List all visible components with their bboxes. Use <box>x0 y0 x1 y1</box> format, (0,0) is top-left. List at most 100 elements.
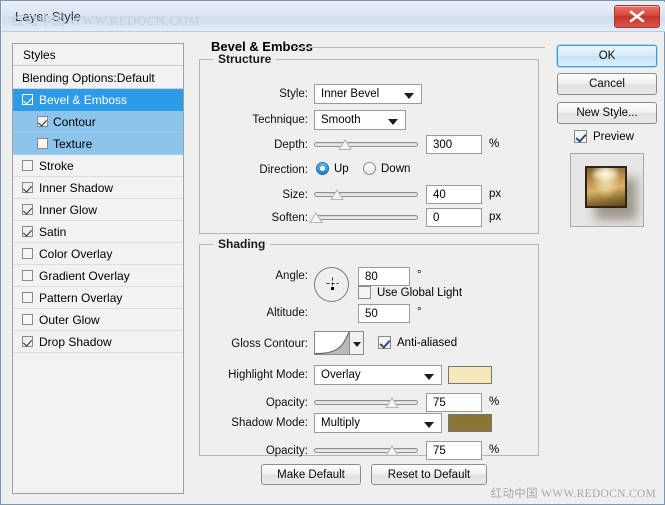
altitude-value: 50 <box>365 308 378 320</box>
style-list-item[interactable]: Inner Shadow <box>13 177 183 199</box>
style-list-item[interactable]: Gradient Overlay <box>13 265 183 287</box>
style-list-item[interactable]: Blending Options:Default <box>13 67 183 89</box>
shadow-opacity-track <box>314 448 418 453</box>
soften-value: 0 <box>433 212 439 224</box>
highlight-opacity-input[interactable]: 75 <box>426 393 482 412</box>
new-style-button[interactable]: New Style... <box>557 102 657 124</box>
size-slider[interactable] <box>314 188 418 200</box>
style-enable-checkbox[interactable] <box>22 182 33 193</box>
gloss-contour-dropdown[interactable] <box>350 331 364 355</box>
size-slider-thumb[interactable] <box>330 189 344 200</box>
style-dropdown-value: Inner Bevel <box>321 88 379 100</box>
angle-input[interactable]: 80 <box>358 267 410 286</box>
style-enable-checkbox[interactable] <box>22 94 33 105</box>
style-list-item[interactable]: Contour <box>13 111 183 133</box>
style-enable-checkbox[interactable] <box>22 226 33 237</box>
chevron-down-icon <box>404 93 414 99</box>
style-list-item[interactable]: Outer Glow <box>13 309 183 331</box>
close-icon <box>629 10 645 23</box>
chevron-down-icon <box>388 119 398 125</box>
soften-slider-thumb[interactable] <box>309 212 323 223</box>
soften-unit: px <box>489 211 501 223</box>
soften-input[interactable]: 0 <box>426 208 482 227</box>
shadow-mode-dropdown[interactable]: Multiply <box>314 413 442 433</box>
title-watermark: 红动中国 WWW.REDOCN.COM <box>12 10 200 29</box>
shadow-opacity-unit: % <box>489 444 499 456</box>
technique-dropdown[interactable]: Smooth <box>314 110 406 130</box>
style-list-item[interactable]: Stroke <box>13 155 183 177</box>
highlight-mode-dropdown[interactable]: Overlay <box>314 365 442 385</box>
angle-dial-center <box>331 287 334 290</box>
style-list-item-label: Inner Glow <box>39 203 97 217</box>
style-enable-checkbox[interactable] <box>22 160 33 171</box>
styles-panel: Styles Blending Options:Default Bevel & E… <box>12 43 184 494</box>
depth-slider-thumb[interactable] <box>338 139 352 150</box>
reset-to-default-button[interactable]: Reset to Default <box>371 464 487 485</box>
style-label: Style: <box>220 88 308 100</box>
style-enable-checkbox[interactable] <box>22 270 33 281</box>
style-list-item[interactable]: Bevel & Emboss <box>13 89 183 111</box>
close-button[interactable] <box>614 5 660 28</box>
angle-value: 80 <box>365 271 378 283</box>
style-enable-checkbox[interactable] <box>22 314 33 325</box>
angle-dial[interactable] <box>314 267 349 302</box>
style-list-item[interactable]: Color Overlay <box>13 243 183 265</box>
preview-shape <box>585 166 627 208</box>
preview-thumbnail <box>570 153 644 227</box>
style-enable-checkbox[interactable] <box>37 116 48 127</box>
size-unit: px <box>489 188 501 200</box>
altitude-unit: ° <box>417 306 422 318</box>
depth-slider[interactable] <box>314 138 418 150</box>
gloss-contour-swatch[interactable] <box>314 331 350 355</box>
style-enable-checkbox[interactable] <box>22 204 33 215</box>
section-title-rule <box>293 47 545 48</box>
style-enable-checkbox[interactable] <box>37 138 48 149</box>
use-global-light-label: Use Global Light <box>377 287 462 299</box>
ok-button[interactable]: OK <box>557 45 657 67</box>
style-list-item[interactable]: Satin <box>13 221 183 243</box>
style-list-item[interactable]: Texture <box>13 133 183 155</box>
shadow-opacity-label: Opacity: <box>222 445 308 457</box>
direction-down-radio[interactable] <box>363 162 376 175</box>
highlight-opacity-thumb[interactable] <box>385 397 399 408</box>
direction-up-radio[interactable] <box>316 162 329 175</box>
depth-unit: % <box>489 138 499 150</box>
style-list-item-label: Inner Shadow <box>39 181 113 195</box>
shadow-opacity-thumb[interactable] <box>385 445 399 456</box>
style-list-item[interactable]: Pattern Overlay <box>13 287 183 309</box>
use-global-light-checkbox[interactable] <box>358 286 371 299</box>
style-list-item-label: Gradient Overlay <box>39 269 130 283</box>
title-bar: Layer Style 红动中国 WWW.REDOCN.COM <box>2 2 665 32</box>
size-input[interactable]: 40 <box>426 185 482 204</box>
soften-slider[interactable] <box>314 211 418 223</box>
shadow-opacity-slider[interactable] <box>314 444 418 456</box>
highlight-color-swatch[interactable] <box>448 366 492 384</box>
shadow-mode-label: Shadow Mode: <box>198 417 308 429</box>
styles-list[interactable]: Blending Options:Default Bevel & Emboss Co… <box>13 67 183 493</box>
style-list-item-label: Color Overlay <box>39 247 112 261</box>
altitude-input[interactable]: 50 <box>358 304 410 323</box>
style-enable-checkbox[interactable] <box>22 336 33 347</box>
styles-panel-title: Styles <box>23 48 56 62</box>
style-list-item[interactable]: Inner Glow <box>13 199 183 221</box>
shading-group: Shading Angle: 80 ° Use Global Light Alt… <box>199 244 539 456</box>
preview-checkbox[interactable] <box>574 130 587 143</box>
technique-dropdown-value: Smooth <box>321 114 361 126</box>
depth-input[interactable]: 300 <box>426 135 482 154</box>
shadow-opacity-input[interactable]: 75 <box>426 441 482 460</box>
style-list-item[interactable]: Drop Shadow <box>13 331 183 353</box>
style-enable-checkbox[interactable] <box>22 292 33 303</box>
anti-aliased-checkbox[interactable] <box>378 336 391 349</box>
angle-unit: ° <box>417 269 422 281</box>
bevel-emboss-panel: Bevel & Emboss Structure Style: Inner Be… <box>193 39 545 494</box>
style-list-item-label: Bevel & Emboss <box>39 93 127 107</box>
cancel-button[interactable]: Cancel <box>557 73 657 95</box>
make-default-button[interactable]: Make Default <box>261 464 361 485</box>
highlight-opacity-track <box>314 400 418 405</box>
shadow-color-swatch[interactable] <box>448 414 492 432</box>
style-enable-checkbox[interactable] <box>22 248 33 259</box>
depth-value: 300 <box>433 139 452 151</box>
size-label: Size: <box>220 189 308 201</box>
highlight-opacity-slider[interactable] <box>314 396 418 408</box>
style-dropdown[interactable]: Inner Bevel <box>314 84 422 104</box>
